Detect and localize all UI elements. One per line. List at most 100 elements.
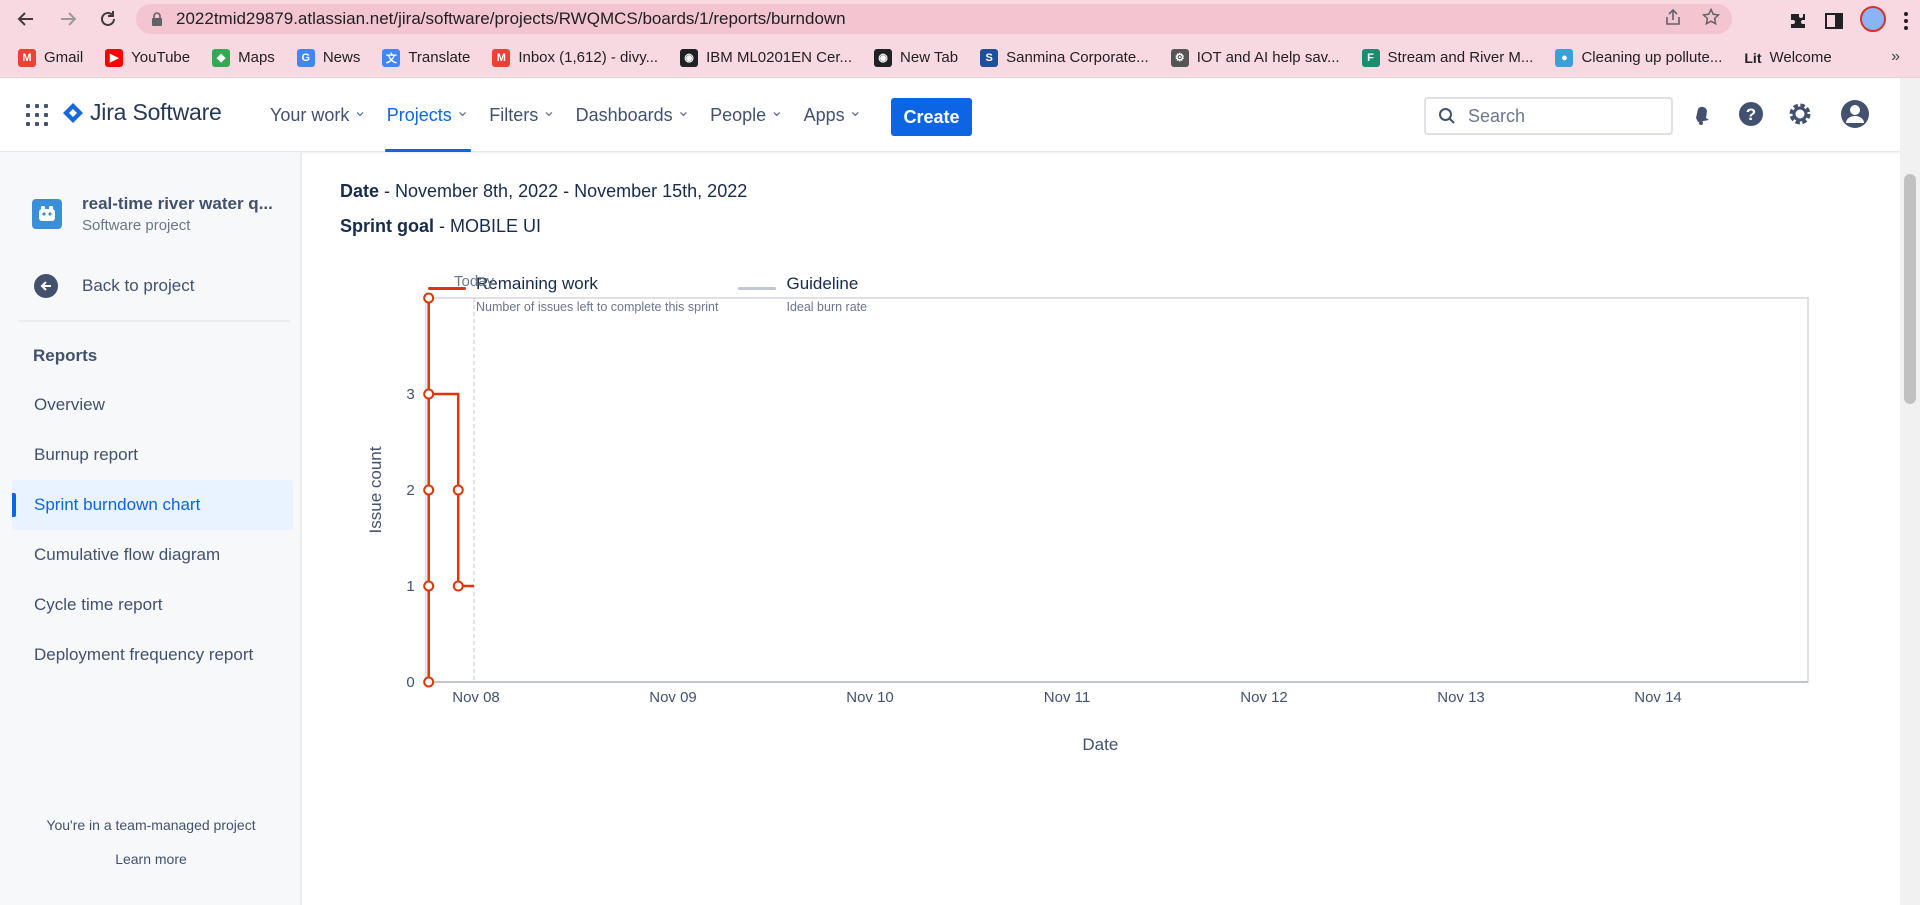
bookmark-favicon-icon: M [492, 48, 511, 67]
nav-menu-filters[interactable]: Filters ⌄ [479, 78, 565, 152]
bookmark-label: Maps [238, 49, 275, 66]
address-bar[interactable]: 2022tmid29879.atlassian.net/jira/softwar… [136, 4, 1732, 34]
settings-gear-icon[interactable] [1784, 98, 1816, 130]
scrollbar-thumb[interactable] [1904, 174, 1916, 404]
bookmark-favicon-icon: ◆ [212, 48, 231, 67]
forward-arrow-icon[interactable] [52, 3, 84, 35]
report-content: Date - November 8th, 2022 - November 15t… [302, 152, 1900, 905]
sidebar-divider [18, 320, 290, 322]
account-avatar-icon[interactable] [1839, 98, 1871, 130]
profile-avatar-icon[interactable] [1860, 6, 1886, 32]
nav-menu-label: Filters [489, 104, 539, 125]
sidebar-item-deployment-frequency-report[interactable]: Deployment frequency report [12, 630, 293, 680]
nav-menu-label: People [710, 104, 767, 125]
chevron-down-icon: ⌄ [676, 103, 691, 120]
bookmark-item[interactable]: ● Cleaning up pollute... [1555, 48, 1722, 67]
sidebar-item-cycle-time-report[interactable]: Cycle time report [12, 580, 293, 630]
nav-menu-apps[interactable]: Apps ⌄ [794, 78, 872, 152]
bookmark-label: IOT and AI help sav... [1196, 49, 1340, 66]
jira-diamond-icon [63, 102, 83, 123]
sidebar-item-label: Cumulative flow diagram [34, 545, 221, 564]
remaining-work-point [452, 580, 464, 592]
back-arrow-icon[interactable] [10, 3, 42, 35]
bookmark-item[interactable]: M Inbox (1,612) - divy... [492, 48, 658, 67]
project-header[interactable]: real-time river water q... Software proj… [32, 194, 273, 234]
sidebar-item-sprint-burndown-chart[interactable]: Sprint burndown chart [12, 480, 293, 530]
browser-toolbar: 2022tmid29879.atlassian.net/jira/softwar… [0, 0, 1920, 38]
bookmark-item[interactable]: S Sanmina Corporate... [980, 48, 1149, 67]
bookmark-favicon-icon: ◉ [874, 48, 893, 67]
nav-menu-label: Dashboards [575, 104, 673, 125]
nav-menu-your-work[interactable]: Your work ⌄ [260, 78, 377, 152]
bookmark-item[interactable]: G News [296, 48, 361, 67]
learn-more-link[interactable]: Learn more [0, 851, 302, 867]
search-box[interactable] [1424, 97, 1673, 135]
page-scrollbar[interactable] [1900, 78, 1920, 905]
remaining-work-point [452, 484, 464, 496]
bookmark-item[interactable]: ⚙ IOT and AI help sav... [1170, 48, 1340, 67]
nav-menu-projects[interactable]: Projects ⌄ [377, 78, 479, 152]
sidebar-item-label: Burnup report [34, 445, 138, 464]
nav-menu-people[interactable]: People ⌄ [700, 78, 793, 152]
bookmark-item[interactable]: ◉ New Tab [874, 48, 958, 67]
bookmark-item[interactable]: 文 Translate [382, 48, 470, 67]
reload-icon[interactable] [92, 3, 124, 35]
y-tick-label: 1 [406, 578, 414, 595]
bookmark-label: News [322, 49, 361, 66]
y-axis-label: Issue count [366, 446, 385, 533]
sidebar-item-label: Deployment frequency report [34, 645, 254, 664]
x-tick-label: Nov 14 [1634, 689, 1682, 706]
chevron-down-icon: ⌄ [455, 103, 470, 120]
bookmark-favicon-icon: S [980, 48, 999, 67]
remaining-work-point [423, 292, 435, 304]
project-name: real-time river water q... [82, 194, 273, 213]
help-icon[interactable]: ? [1735, 98, 1767, 130]
nav-menu-dashboards[interactable]: Dashboards ⌄ [566, 78, 700, 152]
reports-section-title: Reports [33, 346, 98, 365]
x-tick-label: Nov 08 [452, 689, 500, 706]
bookmark-favicon-icon: 文 [382, 48, 401, 67]
bookmark-item[interactable]: ▶ YouTube [105, 48, 191, 67]
more-vert-icon[interactable] [1902, 11, 1910, 31]
url-text: 2022tmid29879.atlassian.net/jira/softwar… [176, 9, 846, 28]
y-tick-label: 0 [406, 674, 414, 691]
bookmark-item[interactable]: M Gmail [18, 48, 83, 67]
bookmark-item[interactable]: ◉ IBM ML0201EN Cer... [680, 48, 852, 67]
bookmark-favicon-icon: F [1361, 48, 1380, 67]
back-to-project-link[interactable]: Back to project [34, 274, 194, 298]
search-input[interactable] [1468, 105, 1648, 127]
bookmark-item[interactable]: F Stream and River M... [1361, 48, 1534, 67]
back-to-project-label: Back to project [82, 276, 195, 295]
back-arrow-circle-icon [34, 274, 58, 298]
app-switcher-icon[interactable] [26, 104, 48, 126]
bookmark-item[interactable]: ◆ Maps [212, 48, 275, 67]
bookmark-label: Stream and River M... [1387, 49, 1534, 66]
sidebar-item-label: Cycle time report [34, 595, 163, 614]
extensions-icon[interactable] [1788, 11, 1808, 31]
side-panel-icon[interactable] [1824, 11, 1844, 31]
chevron-down-icon: ⌄ [542, 103, 556, 120]
sidebar-item-cumulative-flow-diagram[interactable]: Cumulative flow diagram [12, 530, 293, 580]
x-tick-label: Nov 12 [1240, 689, 1288, 706]
notifications-icon[interactable] [1686, 98, 1718, 130]
bookmark-star-icon[interactable] [1702, 8, 1720, 26]
sidebar-item-overview[interactable]: Overview [12, 380, 293, 430]
remaining-work-line [427, 298, 474, 682]
bookmark-label: YouTube [131, 49, 191, 66]
x-tick-label: Nov 10 [846, 689, 894, 706]
remaining-work-point [423, 388, 435, 400]
bookmark-item[interactable]: Lit Welcome [1744, 49, 1831, 67]
bookmark-favicon-icon: Lit [1744, 49, 1762, 66]
bookmarks-overflow-icon[interactable]: » [1891, 48, 1900, 66]
project-sidebar: real-time river water q... Software proj… [0, 152, 302, 905]
sidebar-item-burnup-report[interactable]: Burnup report [12, 430, 293, 480]
jira-logo[interactable]: Jira Software [62, 99, 222, 126]
bookmark-favicon-icon: ⚙ [1170, 48, 1189, 67]
remaining-work-point [423, 580, 435, 592]
team-managed-note: You're in a team-managed project [46, 817, 256, 833]
share-icon[interactable] [1664, 8, 1682, 26]
plot-area-frame [424, 297, 1809, 683]
bookmark-label: Sanmina Corporate... [1006, 49, 1149, 66]
bookmark-favicon-icon: ● [1555, 48, 1574, 67]
create-button[interactable]: Create [891, 98, 972, 136]
